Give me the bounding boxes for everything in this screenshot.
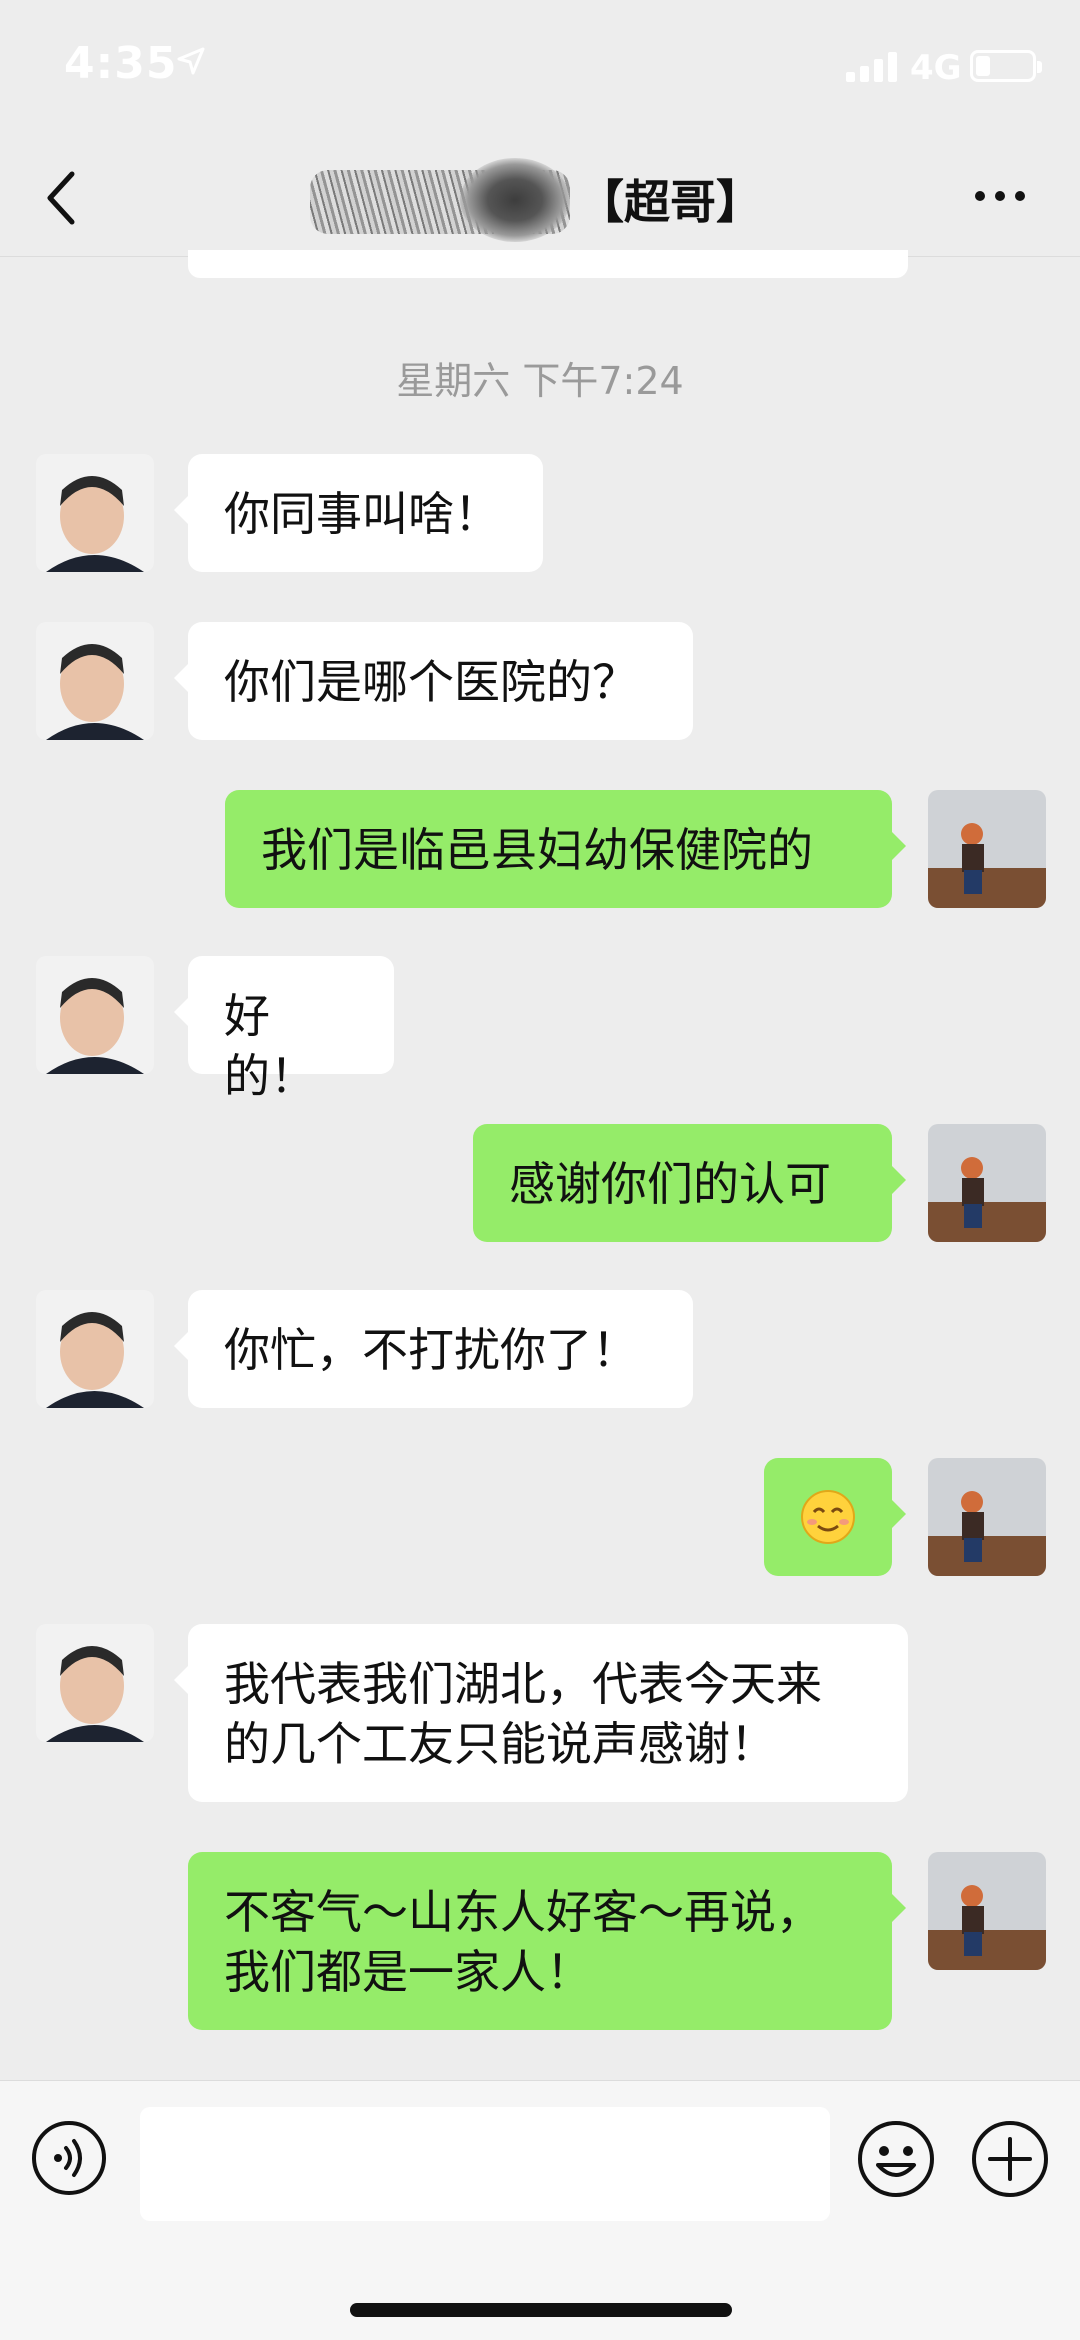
- voice-icon[interactable]: [30, 2119, 108, 2197]
- outgoing-message[interactable]: [764, 1458, 906, 1576]
- status-time: 4:35: [64, 38, 178, 89]
- incoming-message[interactable]: 你忙，不打扰你了！: [174, 1290, 693, 1408]
- contact-avatar[interactable]: [36, 454, 154, 572]
- chat-header: 【超哥】: [0, 140, 1080, 257]
- my-avatar[interactable]: [928, 1458, 1046, 1576]
- more-dots-icon[interactable]: [972, 182, 1028, 210]
- home-indicator: [350, 2303, 732, 2317]
- my-avatar[interactable]: [928, 790, 1046, 908]
- plus-icon[interactable]: [970, 2119, 1050, 2199]
- chevron-left-icon[interactable]: [40, 162, 84, 234]
- outgoing-message[interactable]: 我们是临邑县妇幼保健院的: [225, 790, 906, 908]
- contact-avatar[interactable]: [36, 956, 154, 1074]
- contact-avatar[interactable]: [36, 1624, 154, 1742]
- contact-avatar[interactable]: [36, 622, 154, 740]
- previous-message-bubble: [188, 250, 908, 278]
- incoming-message[interactable]: 你同事叫啥！: [174, 454, 543, 572]
- message-text-line: 不客气～山东人好客～再说，: [224, 1885, 822, 1939]
- my-avatar[interactable]: [928, 1852, 1046, 1970]
- my-avatar[interactable]: [928, 1124, 1046, 1242]
- chat-title: 【超哥】: [578, 175, 762, 229]
- outgoing-message[interactable]: 不客气～山东人好客～再说， 我们都是一家人！: [188, 1852, 906, 2030]
- incoming-message[interactable]: 好的！: [174, 956, 394, 1103]
- emoji-icon[interactable]: [856, 2119, 936, 2199]
- input-bar: [0, 2080, 1080, 2340]
- message-text: 好的！: [224, 989, 316, 1103]
- incoming-message[interactable]: 我代表我们湖北，代表今天来 的几个工友只能说声感谢！: [174, 1624, 908, 1802]
- network-type: 4G: [910, 48, 962, 88]
- signal-icon: [846, 52, 897, 82]
- message-text-line: 我们都是一家人！: [224, 1945, 592, 1999]
- message-text: 你们是哪个医院的？: [224, 655, 638, 709]
- battery-icon: [970, 50, 1042, 82]
- message-text: 感谢你们的认可: [509, 1157, 831, 1211]
- contact-avatar[interactable]: [36, 1290, 154, 1408]
- message-timestamp: 星期六 下午7:24: [396, 359, 684, 403]
- smile-emoji-icon: [801, 1490, 855, 1544]
- message-text-line: 的几个工友只能说声感谢！: [224, 1717, 776, 1771]
- message-text-line: 我代表我们湖北，代表今天来: [224, 1657, 822, 1711]
- message-input[interactable]: [140, 2107, 830, 2221]
- redacted-name-scribble: [460, 158, 570, 242]
- incoming-message[interactable]: 你们是哪个医院的？: [174, 622, 693, 740]
- message-text: 你忙，不打扰你了！: [224, 1323, 638, 1377]
- status-bar: 4:35 4G: [0, 0, 1080, 140]
- message-text: 你同事叫啥！: [224, 487, 500, 541]
- outgoing-message[interactable]: 感谢你们的认可: [473, 1124, 906, 1242]
- message-text: 我们是临邑县妇幼保健院的: [261, 823, 813, 877]
- location-arrow-icon: [177, 47, 205, 75]
